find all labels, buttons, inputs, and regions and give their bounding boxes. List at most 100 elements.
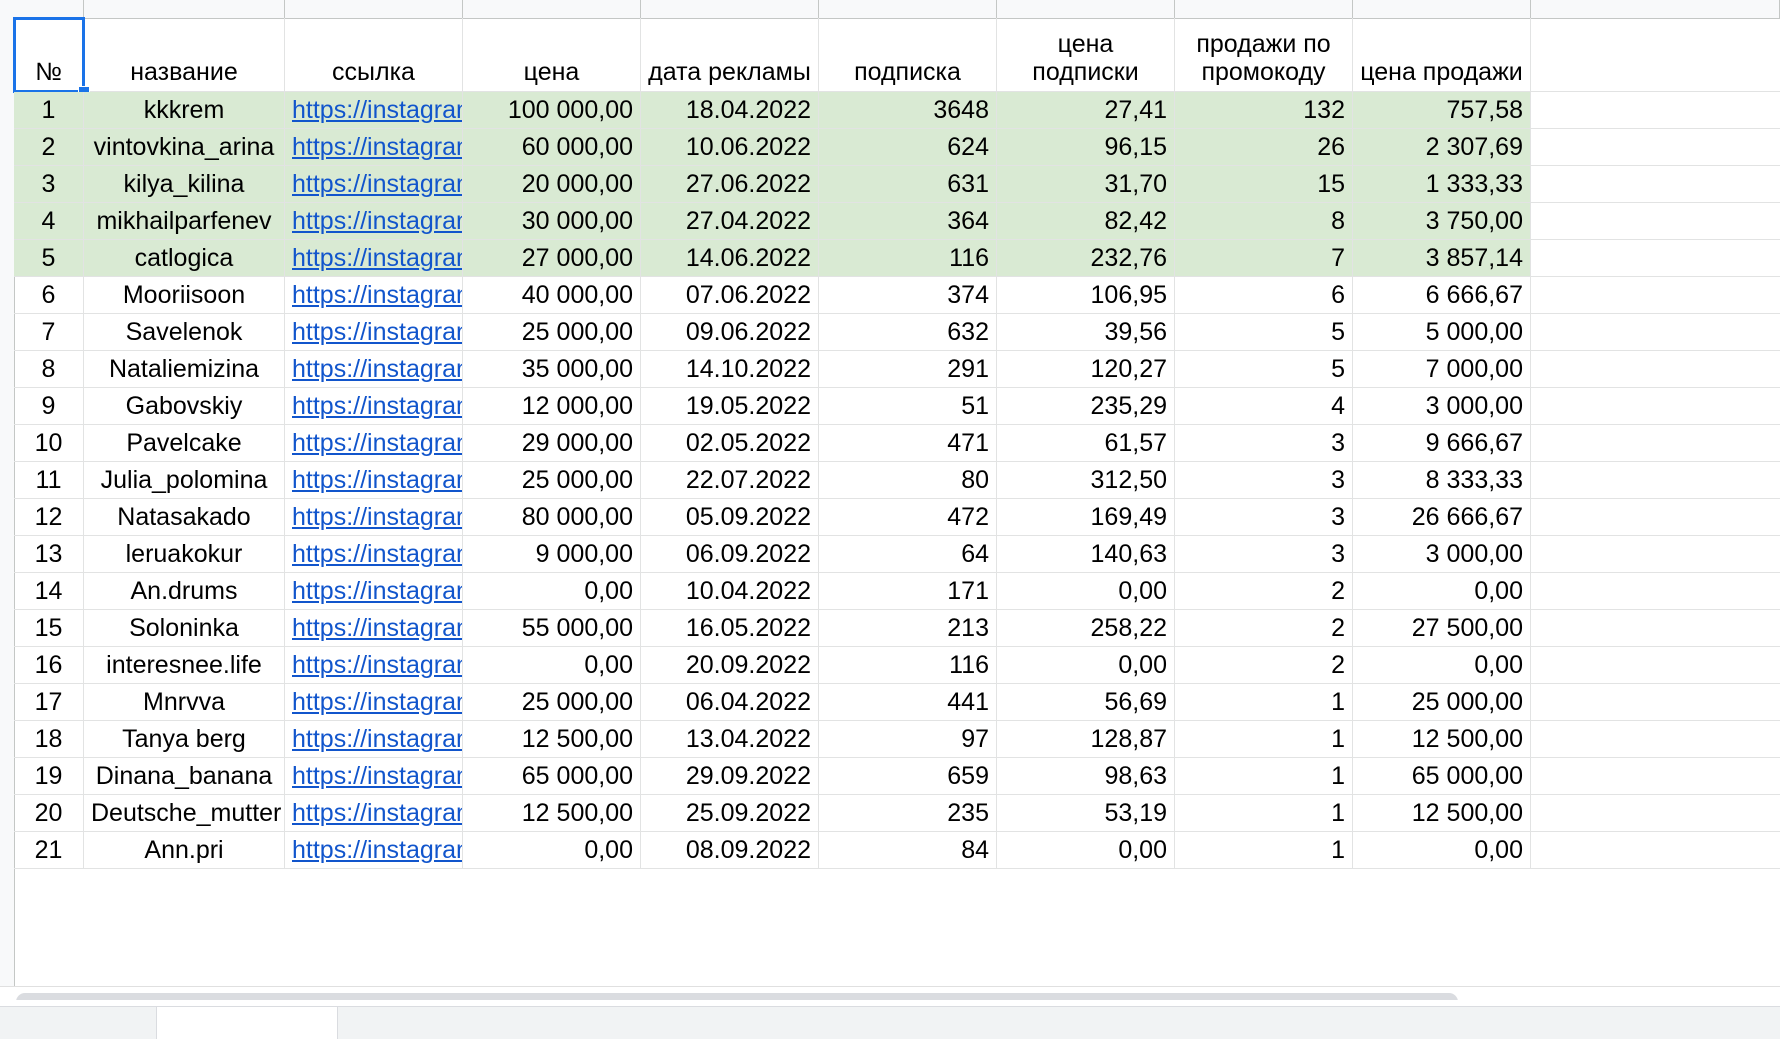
- cell-price[interactable]: 80 000,00: [463, 499, 641, 536]
- cell-subs[interactable]: 171: [819, 573, 997, 610]
- cell-empty[interactable]: [1531, 536, 1780, 573]
- cell-subs[interactable]: 471: [819, 425, 997, 462]
- cell-sale-price[interactable]: 9 666,67: [1353, 425, 1531, 462]
- instagram-link[interactable]: https://instagram: [292, 244, 462, 272]
- cell-number[interactable]: 15: [14, 610, 84, 647]
- cell-price[interactable]: 30 000,00: [463, 203, 641, 240]
- cell-ad-date[interactable]: 27.06.2022: [641, 166, 819, 203]
- cell-promo-sales[interactable]: 5: [1175, 351, 1353, 388]
- cell-price[interactable]: 25 000,00: [463, 684, 641, 721]
- cell-name[interactable]: Dinana_banana: [84, 758, 285, 795]
- header-cell-name[interactable]: название: [84, 18, 285, 92]
- cell-promo-sales[interactable]: 1: [1175, 684, 1353, 721]
- cell-promo-sales[interactable]: 2: [1175, 610, 1353, 647]
- cell-number[interactable]: 12: [14, 499, 84, 536]
- cell-subs[interactable]: 472: [819, 499, 997, 536]
- cell-ad-date[interactable]: 09.06.2022: [641, 314, 819, 351]
- cell-empty[interactable]: [1531, 351, 1780, 388]
- cell-ad-date[interactable]: 14.10.2022: [641, 351, 819, 388]
- cell-sale-price[interactable]: 12 500,00: [1353, 795, 1531, 832]
- cell-empty[interactable]: [1531, 462, 1780, 499]
- cell-ad-date[interactable]: 27.04.2022: [641, 203, 819, 240]
- cell-ad-date[interactable]: 10.06.2022: [641, 129, 819, 166]
- column-header-j[interactable]: [1531, 0, 1780, 18]
- cell-price[interactable]: 0,00: [463, 832, 641, 869]
- cell-ad-date[interactable]: 06.09.2022: [641, 536, 819, 573]
- cell-promo-sales[interactable]: 2: [1175, 647, 1353, 684]
- cell-link[interactable]: https://instagram: [285, 129, 463, 166]
- cell-promo-sales[interactable]: 1: [1175, 721, 1353, 758]
- instagram-link[interactable]: https://instagram: [292, 207, 462, 235]
- cell-price[interactable]: 25 000,00: [463, 314, 641, 351]
- cell-link[interactable]: https://instagram: [285, 240, 463, 277]
- cell-subs[interactable]: 659: [819, 758, 997, 795]
- cell-sale-price[interactable]: 0,00: [1353, 647, 1531, 684]
- cell-promo-sales[interactable]: 5: [1175, 314, 1353, 351]
- cell-price[interactable]: 29 000,00: [463, 425, 641, 462]
- column-header-f[interactable]: [819, 0, 997, 18]
- cell-promo-sales[interactable]: 1: [1175, 795, 1353, 832]
- cell-name[interactable]: Gabovskiy: [84, 388, 285, 425]
- cell-name[interactable]: interesnee.life: [84, 647, 285, 684]
- cell-price[interactable]: 35 000,00: [463, 351, 641, 388]
- cell-link[interactable]: https://instagram: [285, 166, 463, 203]
- cell-link[interactable]: https://instagram: [285, 499, 463, 536]
- cell-subs[interactable]: 97: [819, 721, 997, 758]
- cell-promo-sales[interactable]: 8: [1175, 203, 1353, 240]
- cell-sub-price[interactable]: 56,69: [997, 684, 1175, 721]
- cell-subs[interactable]: 64: [819, 536, 997, 573]
- instagram-link[interactable]: https://instagram: [292, 540, 462, 568]
- cell-sub-price[interactable]: 96,15: [997, 129, 1175, 166]
- cell-ad-date[interactable]: 22.07.2022: [641, 462, 819, 499]
- instagram-link[interactable]: https://instagram: [292, 466, 462, 494]
- cell-link[interactable]: https://instagram: [285, 425, 463, 462]
- cell-subs[interactable]: 624: [819, 129, 997, 166]
- cell-number[interactable]: 6: [14, 277, 84, 314]
- cell-price[interactable]: 0,00: [463, 647, 641, 684]
- cell-price[interactable]: 65 000,00: [463, 758, 641, 795]
- header-cell-promo-sales[interactable]: продажи по промокоду: [1175, 18, 1353, 92]
- cell-empty[interactable]: [1531, 795, 1780, 832]
- cell-price[interactable]: 40 000,00: [463, 277, 641, 314]
- cell-sub-price[interactable]: 235,29: [997, 388, 1175, 425]
- cell-number[interactable]: 2: [14, 129, 84, 166]
- instagram-link[interactable]: https://instagram: [292, 503, 462, 531]
- cell-ad-date[interactable]: 18.04.2022: [641, 92, 819, 129]
- cell-number[interactable]: 20: [14, 795, 84, 832]
- cell-number[interactable]: 9: [14, 388, 84, 425]
- cell-sub-price[interactable]: 169,49: [997, 499, 1175, 536]
- cell-empty[interactable]: [1531, 92, 1780, 129]
- cell-name[interactable]: Julia_polomina: [84, 462, 285, 499]
- instagram-link[interactable]: https://instagram: [292, 799, 462, 827]
- instagram-link[interactable]: https://instagram: [292, 836, 462, 864]
- cell-subs[interactable]: 116: [819, 647, 997, 684]
- cell-subs[interactable]: 80: [819, 462, 997, 499]
- cell-sub-price[interactable]: 106,95: [997, 277, 1175, 314]
- cell-ad-date[interactable]: 06.04.2022: [641, 684, 819, 721]
- cell-empty[interactable]: [1531, 610, 1780, 647]
- cell-name[interactable]: Soloninka: [84, 610, 285, 647]
- cell-empty[interactable]: [1531, 832, 1780, 869]
- cell-promo-sales[interactable]: 7: [1175, 240, 1353, 277]
- instagram-link[interactable]: https://instagram: [292, 577, 462, 605]
- cell-ad-date[interactable]: 16.05.2022: [641, 610, 819, 647]
- cell-empty[interactable]: [1531, 499, 1780, 536]
- cell-empty[interactable]: [1531, 240, 1780, 277]
- cell-price[interactable]: 60 000,00: [463, 129, 641, 166]
- cell-link[interactable]: https://instagram: [285, 92, 463, 129]
- cell-name[interactable]: Mnrvva: [84, 684, 285, 721]
- cell-sale-price[interactable]: 26 666,67: [1353, 499, 1531, 536]
- cell-sale-price[interactable]: 3 000,00: [1353, 536, 1531, 573]
- cell-ad-date[interactable]: 10.04.2022: [641, 573, 819, 610]
- column-header-d[interactable]: [463, 0, 641, 18]
- cell-promo-sales[interactable]: 1: [1175, 832, 1353, 869]
- cell-ad-date[interactable]: 07.06.2022: [641, 277, 819, 314]
- cell-empty[interactable]: [1531, 721, 1780, 758]
- cell-number[interactable]: 19: [14, 758, 84, 795]
- cell-number[interactable]: 7: [14, 314, 84, 351]
- column-header-g[interactable]: [997, 0, 1175, 18]
- cell-link[interactable]: https://instagram: [285, 832, 463, 869]
- cell-name[interactable]: leruakokur: [84, 536, 285, 573]
- cell-sale-price[interactable]: 0,00: [1353, 573, 1531, 610]
- cell-sale-price[interactable]: 6 666,67: [1353, 277, 1531, 314]
